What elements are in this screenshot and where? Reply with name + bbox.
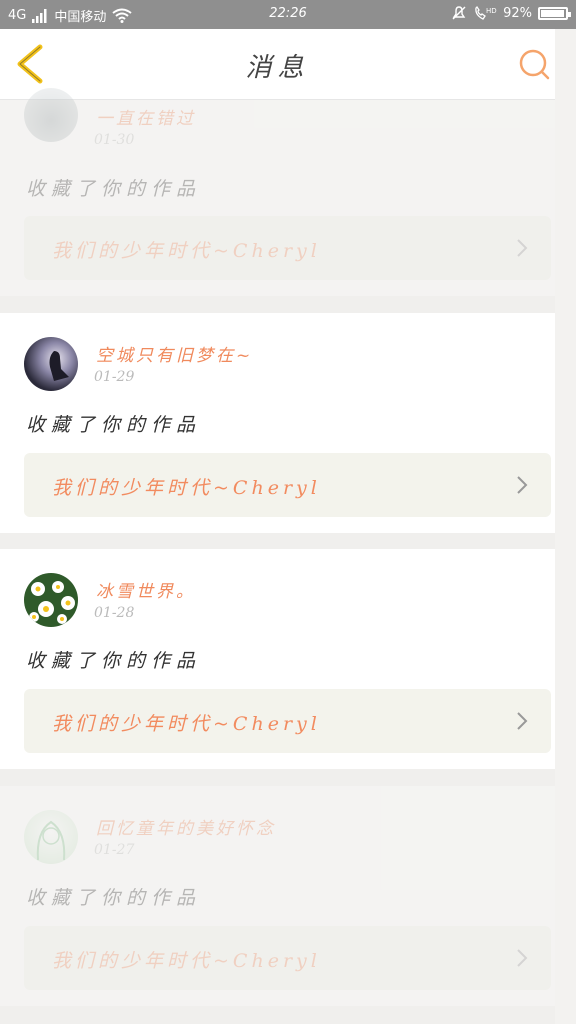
message-action: 收藏了你的作品 <box>26 178 202 200</box>
message-username[interactable]: 空城只有旧梦在~ <box>96 341 253 366</box>
scroll-gutter <box>555 29 576 1024</box>
avatar[interactable] <box>24 337 78 391</box>
work-link[interactable]: 我们的少年时代~Cheryl <box>24 453 551 517</box>
message-card[interactable]: 回忆童年的美好怀念 01-27 收藏了你的作品 我们的少年时代~Cheryl <box>0 786 555 1006</box>
work-title: 我们的少年时代~Cheryl <box>52 477 321 499</box>
chevron-right-icon <box>517 476 528 494</box>
status-right: HD 92% <box>451 5 571 21</box>
message-date: 01-28 <box>94 605 135 621</box>
work-title: 我们的少年时代~Cheryl <box>52 950 321 972</box>
message-username[interactable]: 一直在错过 <box>96 104 196 129</box>
message-action: 收藏了你的作品 <box>26 650 202 672</box>
work-title: 我们的少年时代~Cheryl <box>52 240 321 262</box>
chevron-right-icon <box>517 712 528 730</box>
message-card[interactable]: 冰雪世界。 01-28 收藏了你的作品 我们的少年时代~Cheryl <box>0 549 555 769</box>
avatar[interactable] <box>24 810 78 864</box>
hd-call-icon: HD <box>475 5 497 20</box>
avatar[interactable] <box>24 573 78 627</box>
silent-bell-icon <box>452 6 466 20</box>
message-date: 01-29 <box>94 369 135 385</box>
battery-icon <box>538 6 571 20</box>
work-link[interactable]: 我们的少年时代~Cheryl <box>24 926 551 990</box>
status-bar: 4G 中国移动 22:26 HD 92% <box>0 0 576 29</box>
work-link[interactable]: 我们的少年时代~Cheryl <box>24 689 551 753</box>
app-header: 消息 <box>0 29 555 100</box>
svg-text:HD: HD <box>486 7 497 15</box>
message-action: 收藏了你的作品 <box>26 414 202 436</box>
search-button[interactable] <box>517 47 553 83</box>
message-date: 01-27 <box>94 842 135 858</box>
message-date: 01-30 <box>94 132 135 148</box>
message-card[interactable]: 一直在错过 01-30 收藏了你的作品 我们的少年时代~Cheryl <box>0 88 555 296</box>
anime-girl-icon <box>36 820 66 861</box>
daisy-flowers-icon <box>29 581 75 624</box>
message-username[interactable]: 冰雪世界。 <box>96 577 196 602</box>
silhouette-icon <box>49 351 69 381</box>
page-title: 消息 <box>245 53 310 83</box>
chevron-right-icon <box>517 949 528 967</box>
battery-percent: 92% <box>503 5 532 21</box>
avatar[interactable] <box>24 88 78 142</box>
chevron-right-icon <box>517 239 528 257</box>
work-link[interactable]: 我们的少年时代~Cheryl <box>24 216 551 280</box>
message-card[interactable]: 空城只有旧梦在~ 01-29 收藏了你的作品 我们的少年时代~Cheryl <box>0 313 555 533</box>
message-username[interactable]: 回忆童年的美好怀念 <box>96 814 276 839</box>
message-action: 收藏了你的作品 <box>26 887 202 909</box>
work-title: 我们的少年时代~Cheryl <box>52 713 321 735</box>
